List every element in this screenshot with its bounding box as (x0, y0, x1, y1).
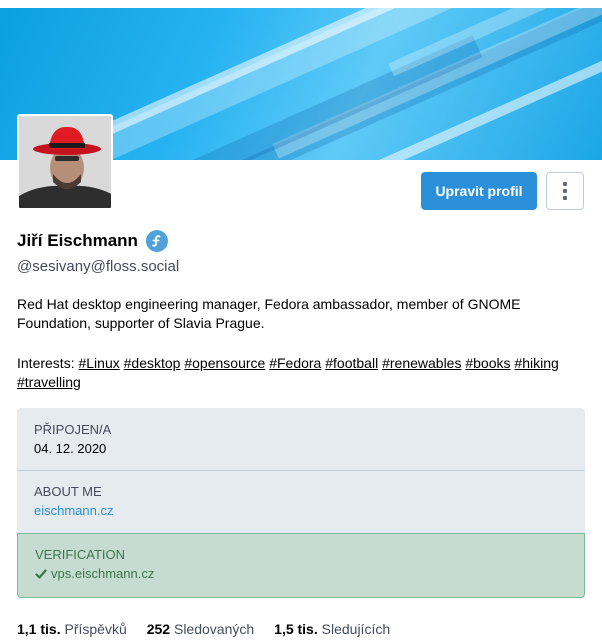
verification-link[interactable]: vps.eischmann.cz (51, 566, 154, 581)
profile-bio: Red Hat desktop engineering manager, Fed… (17, 296, 521, 331)
hashtag-link[interactable]: #Linux (78, 355, 119, 371)
followers-label: Sledujících (321, 621, 391, 637)
profile-stats: 1,1 tis. Příspěvků 252 Sledovaných 1,5 t… (17, 621, 390, 637)
hashtag-link[interactable]: #renewables (382, 355, 461, 371)
posts-count: 1,1 tis. (17, 621, 61, 637)
kebab-icon-dot (563, 182, 567, 186)
about-me-link[interactable]: eischmann.cz (34, 503, 568, 518)
posts-label: Příspěvků (64, 621, 127, 637)
hashtag-link[interactable]: #travelling (17, 374, 81, 390)
display-name: Jiří Eischmann (17, 231, 138, 250)
interests-label: Interests: (17, 355, 75, 371)
fedora-badge-icon (145, 230, 168, 252)
following-count: 252 (146, 621, 171, 637)
verification-field: VERIFICATION vps.eischmann.cz (17, 533, 585, 598)
name-row: Jiří Eischmann (17, 230, 168, 252)
followers-count-link[interactable]: 1,5 tis. Sledujících (274, 621, 390, 637)
profile-interests: Interests: #Linux #desktop #opensource #… (17, 354, 587, 392)
edit-profile-button[interactable]: Upravit profil (421, 172, 537, 210)
account-handle: @sesivany@floss.social (17, 258, 180, 275)
hashtag-link[interactable]: #books (465, 355, 510, 371)
following-label: Sledovaných (173, 621, 255, 637)
about-me-field: ABOUT ME eischmann.cz (17, 484, 585, 518)
profile-fields: PŘIPOJEN/A 04. 12. 2020 ABOUT ME eischma… (17, 408, 585, 598)
posts-count-link[interactable]: 1,1 tis. Příspěvků (17, 621, 127, 637)
kebab-icon-dot (563, 196, 567, 200)
field-divider (17, 470, 585, 471)
joined-label: PŘIPOJEN/A (34, 422, 112, 437)
hashtag-link[interactable]: #desktop (124, 355, 181, 371)
following-count-link[interactable]: 252 Sledovaných (147, 621, 254, 637)
kebab-icon-dot (563, 189, 567, 193)
joined-value: 04. 12. 2020 (34, 441, 107, 456)
check-icon (35, 568, 47, 579)
hashtag-link[interactable]: #Fedora (269, 355, 321, 371)
followers-count: 1,5 tis. (274, 621, 318, 637)
top-strip (0, 0, 602, 8)
hashtag-link[interactable]: #opensource (184, 355, 265, 371)
more-options-button[interactable] (546, 172, 584, 210)
avatar[interactable] (17, 114, 113, 210)
verification-label: VERIFICATION (35, 547, 126, 562)
joined-field: PŘIPOJEN/A 04. 12. 2020 (17, 422, 585, 456)
about-me-label: ABOUT ME (34, 484, 102, 499)
hashtag-link[interactable]: #football (325, 355, 378, 371)
avatar-photo (19, 116, 111, 208)
hashtag-link[interactable]: #hiking (514, 355, 558, 371)
